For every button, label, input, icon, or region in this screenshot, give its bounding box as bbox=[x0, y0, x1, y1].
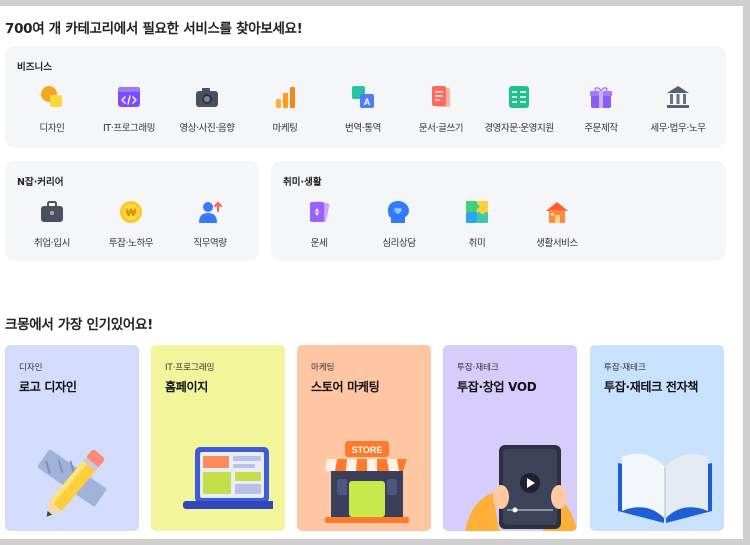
category-label: 심리상담 bbox=[382, 238, 416, 249]
category-tax-legal-labor[interactable]: 세무·법무·노무 bbox=[638, 84, 718, 134]
card-title: 로고 디자인 bbox=[19, 380, 77, 394]
category-side-job-knowhow[interactable]: ₩ 투잡·노하우 bbox=[91, 199, 171, 249]
category-label: 마케팅 bbox=[272, 123, 298, 134]
category-marketing[interactable]: 마케팅 bbox=[245, 84, 325, 134]
briefcase-icon bbox=[41, 201, 63, 222]
tablet-video-icon bbox=[465, 445, 577, 531]
business-section-title: 비즈니스 bbox=[17, 62, 52, 73]
category-label: 생활서비스 bbox=[536, 238, 578, 249]
card-title: 홈페이지 bbox=[165, 380, 208, 394]
category-label: 영상·사진·음향 bbox=[179, 123, 235, 134]
bar-chart-icon bbox=[276, 87, 295, 108]
code-icon bbox=[118, 87, 140, 107]
category-fortune[interactable]: 운세 bbox=[279, 199, 359, 249]
card-category: 디자인 bbox=[19, 363, 43, 373]
category-label: 경영자문·운영지원 bbox=[484, 123, 554, 134]
category-hobby[interactable]: 취미 bbox=[437, 199, 517, 249]
pencil-ruler-icon bbox=[37, 449, 107, 517]
card-title: 스토어 마케팅 bbox=[311, 380, 380, 394]
category-label: 운세 bbox=[310, 238, 328, 249]
puzzle-icon bbox=[466, 201, 488, 223]
person-growth-icon bbox=[199, 201, 222, 223]
store-sign-text: STORE bbox=[352, 445, 383, 455]
hobby-section-title: 취미·생활 bbox=[283, 177, 322, 188]
tarot-card-icon bbox=[310, 201, 330, 222]
popular-card-logo-design[interactable]: 디자인 로고 디자인 bbox=[5, 345, 139, 531]
category-custom-order[interactable]: 주문제작 bbox=[561, 84, 641, 134]
category-video-photo-sound[interactable]: 영상·사진·음향 bbox=[167, 84, 247, 134]
category-life-services[interactable]: 생활서비스 bbox=[517, 199, 597, 249]
category-label: 번역·통역 bbox=[345, 123, 381, 134]
popular-card-ebook[interactable]: 투잡·재테크 투잡·재테크 전자책 bbox=[590, 345, 724, 531]
category-design[interactable]: 디자인 bbox=[12, 84, 92, 134]
bank-icon bbox=[667, 86, 689, 108]
category-label: 주문제작 bbox=[584, 123, 618, 134]
head-heart-icon bbox=[388, 201, 409, 223]
popular-card-side-job-vod[interactable]: 투잡·재테크 투잡·창업 VOD bbox=[443, 345, 577, 531]
career-section: N잡·커리어 취업·입시 ₩ 투잡·노하우 직무역량 bbox=[5, 161, 259, 261]
spreadsheet-icon bbox=[509, 86, 529, 108]
card-category: 마케팅 bbox=[311, 363, 335, 373]
page-title: 700여 개 카테고리에서 필요한 서비스를 찾아보세요! bbox=[5, 21, 303, 37]
gift-icon bbox=[590, 87, 612, 108]
category-counseling[interactable]: 심리상담 bbox=[359, 199, 439, 249]
document-icon bbox=[432, 86, 450, 107]
category-label: 문서·글쓰기 bbox=[418, 123, 464, 134]
popular-card-store-marketing[interactable]: 마케팅 스토어 마케팅 STORE bbox=[297, 345, 431, 531]
category-label: 취업·입시 bbox=[34, 238, 70, 249]
popular-card-homepage[interactable]: IT·프로그래밍 홈페이지 bbox=[151, 345, 285, 531]
page: 700여 개 카테고리에서 필요한 서비스를 찾아보세요! 비즈니스 디자인 I… bbox=[0, 6, 743, 539]
translate-icon: A bbox=[352, 86, 374, 108]
category-it-programming[interactable]: IT·프로그래밍 bbox=[89, 84, 169, 134]
store-icon: STORE bbox=[325, 441, 409, 523]
category-job-skills[interactable]: 직무역량 bbox=[170, 199, 250, 249]
category-label: 디자인 bbox=[39, 123, 65, 134]
svg-text:A: A bbox=[364, 97, 371, 107]
category-label: 투잡·노하우 bbox=[108, 238, 154, 249]
card-category: 투잡·재테크 bbox=[457, 363, 499, 373]
category-business-consulting[interactable]: 경영자문·운영지원 bbox=[479, 84, 559, 134]
camera-icon bbox=[196, 88, 218, 107]
svg-text:₩: ₩ bbox=[126, 207, 137, 219]
category-label: 직무역량 bbox=[193, 238, 227, 249]
card-title: 투잡·재테크 전자책 bbox=[604, 380, 699, 394]
popular-section-title: 크몽에서 가장 인기있어요! bbox=[5, 317, 153, 333]
open-book-icon bbox=[618, 453, 712, 523]
card-category: IT·프로그래밍 bbox=[165, 363, 215, 373]
category-label: 취미 bbox=[468, 238, 486, 249]
card-title: 투잡·창업 VOD bbox=[457, 380, 537, 394]
category-employment-admission[interactable]: 취업·입시 bbox=[12, 199, 92, 249]
card-category: 투잡·재테크 bbox=[604, 363, 646, 373]
hobby-section: 취미·생활 운세 심리상담 취미 생활서비스 bbox=[271, 161, 726, 261]
won-coin-icon: ₩ bbox=[120, 201, 142, 223]
category-translation[interactable]: A 번역·통역 bbox=[323, 84, 403, 134]
category-label: IT·프로그래밍 bbox=[102, 123, 156, 134]
design-icon bbox=[41, 86, 62, 107]
laptop-icon bbox=[183, 447, 273, 509]
career-section-title: N잡·커리어 bbox=[17, 177, 64, 188]
business-section: 비즈니스 디자인 IT·프로그래밍 영상·사진·음향 마케팅 A 번역·통역 문… bbox=[5, 46, 726, 148]
category-document-writing[interactable]: 문서·글쓰기 bbox=[401, 84, 481, 134]
category-label: 세무·법무·노무 bbox=[650, 123, 706, 134]
house-icon bbox=[546, 202, 568, 223]
